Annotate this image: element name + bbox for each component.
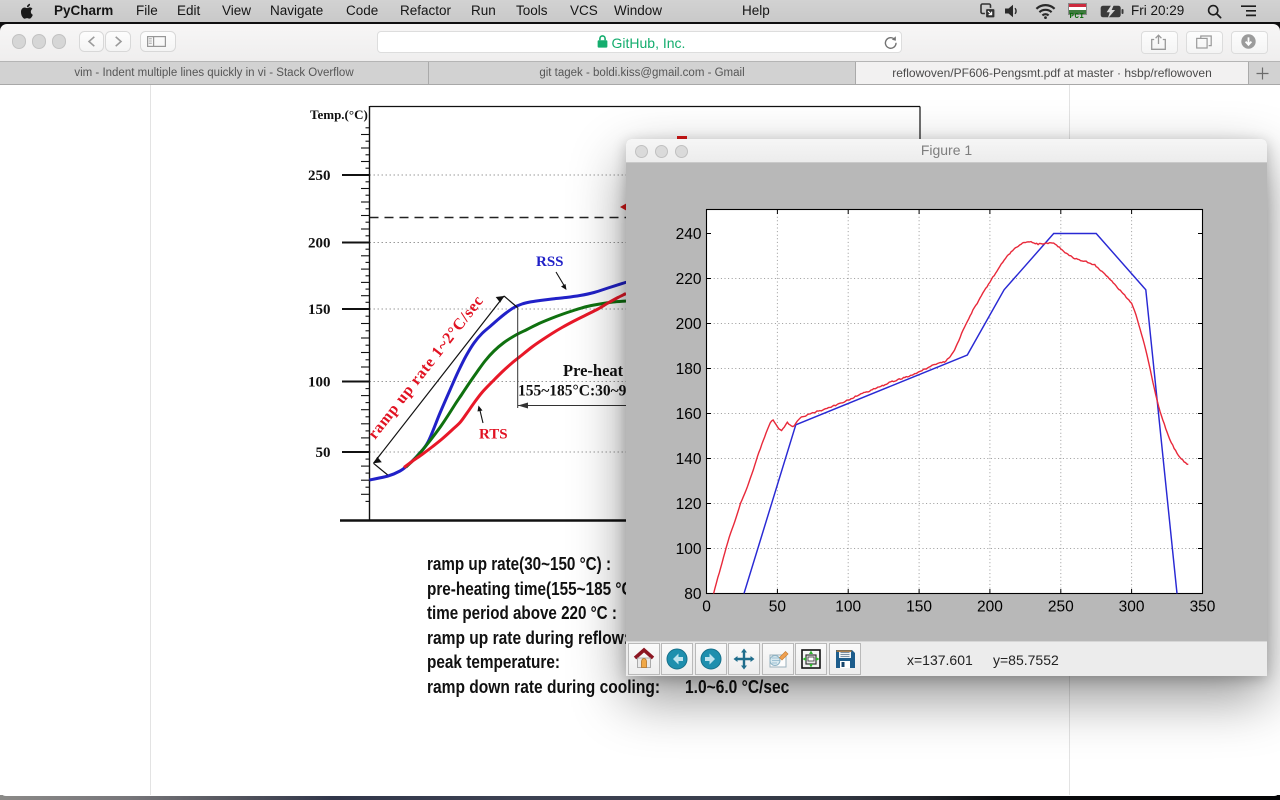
svg-text:300: 300 (1119, 599, 1145, 616)
svg-text:200: 200 (977, 599, 1003, 616)
svg-text:250: 250 (308, 168, 331, 184)
svg-text:Temp.(°C): Temp.(°C) (310, 107, 368, 122)
svg-text:50: 50 (769, 599, 787, 616)
svg-text:100: 100 (835, 599, 861, 616)
svg-text:Pre-heat: Pre-heat (563, 361, 624, 380)
svg-text:50: 50 (316, 445, 331, 461)
svg-text:180: 180 (676, 361, 702, 378)
svg-text:220: 220 (676, 271, 702, 288)
svg-text:350: 350 (1190, 599, 1216, 616)
svg-text:240: 240 (676, 226, 702, 243)
svg-text:0: 0 (702, 599, 711, 616)
svg-text:200: 200 (676, 316, 702, 333)
svg-text:120: 120 (676, 496, 702, 513)
svg-text:150: 150 (906, 599, 932, 616)
svg-text:200: 200 (308, 236, 331, 252)
svg-text:100: 100 (676, 541, 702, 558)
svg-text:100: 100 (308, 375, 331, 391)
svg-text:160: 160 (676, 406, 702, 423)
svg-text:150: 150 (308, 302, 331, 318)
svg-text:RSS: RSS (536, 254, 564, 270)
svg-text:80: 80 (684, 586, 702, 603)
svg-text:RTS: RTS (479, 427, 508, 443)
svg-text:250: 250 (1048, 599, 1074, 616)
svg-text:140: 140 (676, 451, 702, 468)
svg-text:ramp up rate 1~2°C/sec: ramp up rate 1~2°C/sec (365, 292, 488, 442)
